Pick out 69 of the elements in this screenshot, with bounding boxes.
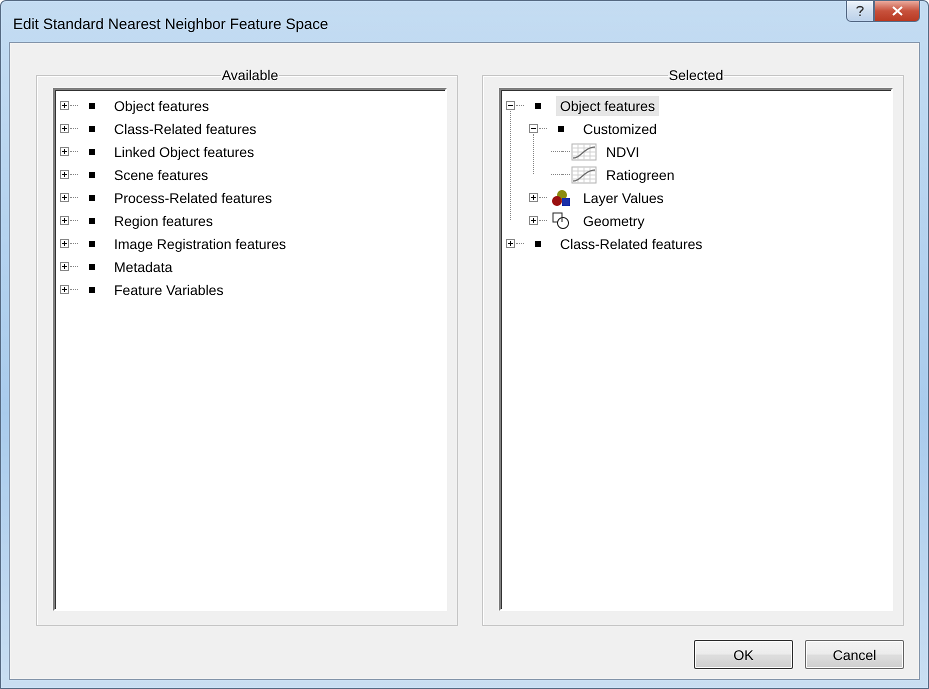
minus-icon bbox=[507, 102, 514, 109]
plus-icon bbox=[61, 102, 68, 109]
tree-item[interactable]: Image Registration features bbox=[110, 234, 290, 254]
bullet-icon bbox=[89, 286, 95, 292]
tree-item[interactable]: Metadata bbox=[110, 256, 176, 276]
bullet-icon bbox=[89, 126, 95, 132]
plus-icon bbox=[507, 240, 514, 247]
tree-item[interactable]: Class-Related features bbox=[556, 234, 706, 254]
group-title: Available bbox=[220, 67, 280, 83]
expand-toggle[interactable] bbox=[60, 262, 69, 271]
bullet-icon bbox=[89, 240, 95, 246]
plus-icon bbox=[61, 217, 68, 224]
expand-toggle[interactable] bbox=[529, 216, 538, 225]
plus-icon bbox=[61, 240, 68, 247]
tree-item[interactable]: Feature Variables bbox=[110, 280, 228, 300]
close-icon bbox=[892, 6, 902, 16]
minus-icon bbox=[530, 125, 537, 132]
tree-item[interactable]: Layer Values bbox=[579, 188, 668, 208]
chart-icon bbox=[571, 166, 597, 184]
bullet-icon bbox=[89, 148, 95, 154]
bullet-icon bbox=[89, 264, 95, 270]
tree-item[interactable]: Region features bbox=[110, 210, 217, 230]
tree-item[interactable]: Object features bbox=[110, 96, 213, 116]
collapse-toggle[interactable] bbox=[529, 124, 538, 133]
plus-icon bbox=[61, 171, 68, 178]
tree-item[interactable]: Linked Object features bbox=[110, 142, 258, 162]
plus-icon bbox=[61, 194, 68, 201]
close-button[interactable] bbox=[874, 1, 920, 22]
bullet-icon bbox=[535, 240, 541, 246]
tree-item[interactable]: Process-Related features bbox=[110, 188, 276, 208]
ok-button[interactable]: OK bbox=[694, 640, 793, 669]
bullet-icon bbox=[89, 194, 95, 200]
plus-icon bbox=[61, 148, 68, 155]
cancel-button[interactable]: Cancel bbox=[805, 640, 904, 669]
expand-toggle[interactable] bbox=[529, 193, 538, 202]
expand-toggle[interactable] bbox=[60, 239, 69, 248]
bullet-icon bbox=[535, 102, 541, 108]
chart-icon bbox=[571, 142, 597, 160]
tree-item[interactable]: Customized bbox=[579, 118, 661, 138]
tree-item[interactable]: Ratiogreen bbox=[602, 164, 678, 184]
expand-toggle[interactable] bbox=[60, 124, 69, 133]
help-icon bbox=[856, 5, 864, 17]
shapes-icon bbox=[552, 212, 570, 230]
tree-item[interactable]: Scene features bbox=[110, 164, 212, 184]
bullet-icon bbox=[89, 172, 95, 178]
expand-toggle[interactable] bbox=[60, 170, 69, 179]
bullet-icon bbox=[89, 218, 95, 224]
tree-item[interactable]: Object features bbox=[556, 96, 659, 116]
expand-toggle[interactable] bbox=[60, 285, 69, 294]
tree-item[interactable]: Geometry bbox=[579, 210, 648, 230]
plus-icon bbox=[61, 263, 68, 270]
group-title: Selected bbox=[668, 67, 724, 83]
expand-toggle[interactable] bbox=[60, 216, 69, 225]
expand-toggle[interactable] bbox=[506, 239, 515, 248]
help-button[interactable] bbox=[846, 1, 874, 22]
plus-icon bbox=[61, 286, 68, 293]
tree-item[interactable]: Class-Related features bbox=[110, 118, 260, 138]
expand-toggle[interactable] bbox=[60, 101, 69, 110]
layers-icon bbox=[551, 188, 571, 206]
bullet-icon bbox=[558, 126, 564, 132]
plus-icon bbox=[61, 125, 68, 132]
bullet-icon bbox=[89, 102, 95, 108]
tree-item[interactable]: NDVI bbox=[602, 142, 644, 162]
expand-toggle[interactable] bbox=[60, 193, 69, 202]
collapse-toggle[interactable] bbox=[506, 101, 515, 110]
window-title: Edit Standard Nearest Neighbor Feature Space bbox=[12, 16, 328, 33]
plus-icon bbox=[530, 194, 537, 201]
plus-icon bbox=[530, 217, 537, 224]
expand-toggle[interactable] bbox=[60, 147, 69, 156]
